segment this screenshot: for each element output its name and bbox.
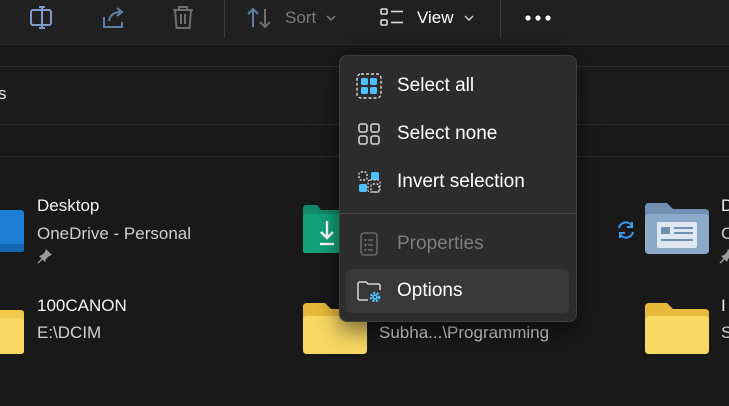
rename-button[interactable]	[24, 0, 58, 36]
item-name: Desktop	[37, 196, 100, 215]
folder-icon	[0, 310, 24, 354]
select-all-icon	[356, 73, 382, 99]
delete-button[interactable]	[168, 0, 198, 36]
desktop-folder-icon	[0, 210, 24, 252]
menu-item-label: Select none	[397, 123, 498, 144]
toolbar-separator	[500, 0, 501, 38]
sort-button[interactable]: Sort	[246, 0, 342, 36]
item-name: 100CANON	[37, 296, 127, 315]
menu-item-select-all[interactable]: Select all	[346, 64, 569, 108]
select-none-icon	[356, 121, 382, 147]
item-location: E:\DCIM	[37, 323, 102, 342]
properties-icon	[356, 231, 382, 257]
see-more-button[interactable]	[522, 0, 554, 36]
menu-item-select-none[interactable]: Select none	[346, 112, 569, 156]
address-text: s	[0, 84, 7, 103]
command-bar: Sort View	[0, 0, 729, 45]
rename-icon	[30, 6, 52, 29]
item-location: C	[721, 224, 729, 243]
view-label: View	[417, 8, 454, 27]
item-location: Subha...\Programming	[379, 323, 550, 342]
downloads-folder-icon	[303, 205, 343, 253]
see-more-menu: Select all Select none Invert selection …	[339, 55, 577, 322]
folder-icon	[645, 303, 709, 354]
menu-item-options[interactable]: Options	[346, 269, 569, 313]
chevron-down-icon	[326, 15, 336, 21]
menu-item-label: Options	[397, 280, 463, 301]
sync-icon	[618, 221, 634, 239]
menu-item-label: Invert selection	[397, 171, 525, 192]
delete-icon	[173, 6, 193, 29]
view-icon	[380, 8, 403, 26]
pin-icon	[719, 249, 729, 264]
menu-item-invert-selection[interactable]: Invert selection	[346, 160, 569, 204]
menu-item-label: Select all	[397, 75, 475, 96]
file-explorer-window: Sort View s Desktop OneDrive - Personal …	[0, 0, 729, 406]
item-location: OneDrive - Personal	[37, 224, 192, 243]
more-icon	[525, 15, 551, 21]
invert-selection-icon	[356, 169, 382, 195]
item-name: I	[721, 296, 726, 315]
view-button[interactable]: View	[380, 0, 480, 36]
menu-item-properties[interactable]: Properties	[346, 222, 569, 266]
chevron-down-icon	[464, 15, 474, 21]
menu-item-label: Properties	[397, 233, 484, 254]
menu-separator	[340, 213, 576, 214]
sort-label: Sort	[285, 8, 317, 27]
pin-icon	[37, 249, 52, 264]
share-icon	[103, 7, 124, 28]
item-location: S	[721, 323, 729, 342]
toolbar-separator	[224, 0, 225, 38]
sort-icon	[247, 7, 271, 29]
share-button[interactable]	[97, 0, 131, 36]
item-name: D	[721, 196, 729, 215]
documents-folder-icon	[645, 203, 709, 254]
folder-options-icon	[356, 278, 382, 304]
